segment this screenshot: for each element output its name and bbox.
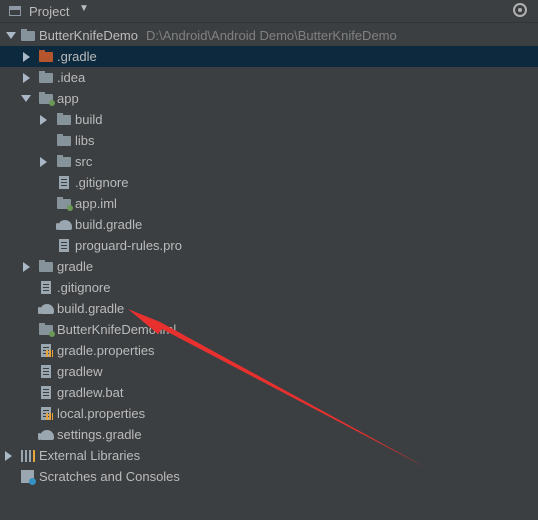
tree-item-label: build.gradle xyxy=(57,301,125,316)
tree-item-label: app.iml xyxy=(75,196,117,211)
project-folder-icon xyxy=(21,29,35,41)
module-folder-icon xyxy=(39,92,55,106)
tree-item-idea[interactable]: .idea xyxy=(0,67,538,88)
text-file-icon xyxy=(59,239,69,252)
tree-item-app-build-gradle[interactable]: build.gradle xyxy=(0,214,538,235)
tree-item-gradle[interactable]: gradle xyxy=(0,256,538,277)
tree-item-label: settings.gradle xyxy=(57,427,142,442)
tree-item-app-iml[interactable]: app.iml xyxy=(0,193,538,214)
expand-icon[interactable] xyxy=(40,115,47,125)
libraries-icon xyxy=(21,450,35,462)
tree-item-project-iml[interactable]: ButterKnifeDemo.iml xyxy=(0,319,538,340)
tree-item-scratches[interactable]: Scratches and Consoles xyxy=(0,466,538,487)
view-selector-dropdown-icon[interactable]: ▼ xyxy=(79,3,89,14)
tree-item-label: src xyxy=(75,154,93,169)
tree-item-app-gitignore[interactable]: .gitignore xyxy=(0,172,538,193)
module-file-icon xyxy=(57,197,73,211)
gradle-elephant-icon xyxy=(38,430,54,440)
tree-item-label: ButterKnifeDemo.iml xyxy=(57,322,177,337)
tree-item-gradlew-bat[interactable]: gradlew.bat xyxy=(0,382,538,403)
project-panel-header: Project ▼ xyxy=(0,0,538,23)
expand-icon[interactable] xyxy=(23,52,30,62)
text-file-icon xyxy=(41,386,51,399)
expand-icon[interactable] xyxy=(23,73,30,83)
folder-icon xyxy=(57,134,71,146)
tree-item-app-libs[interactable]: libs xyxy=(0,130,538,151)
tree-item-label: build.gradle xyxy=(75,217,143,232)
tree-item-label: gradlew xyxy=(57,364,103,379)
project-view-title[interactable]: Project xyxy=(29,4,69,19)
text-file-icon xyxy=(41,365,51,378)
tree-item-label: proguard-rules.pro xyxy=(75,238,182,253)
tree-item-label: Scratches and Consoles xyxy=(39,469,180,484)
tree-item-label: .gradle xyxy=(57,49,97,64)
text-file-icon xyxy=(59,176,69,189)
tree-item-external-libraries[interactable]: External Libraries xyxy=(0,445,538,466)
tree-item-gradlew[interactable]: gradlew xyxy=(0,361,538,382)
tree-item-label: libs xyxy=(75,133,95,148)
tree-item-label: gradle xyxy=(57,259,94,274)
properties-file-icon xyxy=(41,344,53,357)
root-label: ButterKnifeDemo xyxy=(39,28,138,43)
tree-item-proguard[interactable]: proguard-rules.pro xyxy=(0,235,538,256)
tree-item-label: app xyxy=(57,91,79,106)
collapse-icon[interactable] xyxy=(21,95,31,102)
tree-item-gradle-properties[interactable]: gradle.properties xyxy=(0,340,538,361)
tree-item-label: local.properties xyxy=(57,406,146,421)
gradle-elephant-icon xyxy=(56,220,72,230)
folder-icon xyxy=(57,113,71,125)
project-window-icon xyxy=(9,6,21,16)
collapse-icon[interactable] xyxy=(6,32,16,39)
tree-item-label: .gitignore xyxy=(57,280,111,295)
gradle-elephant-icon xyxy=(38,304,54,314)
tree-item-label: .idea xyxy=(57,70,86,85)
root-path: D:\Android\Android Demo\ButterKnifeDemo xyxy=(146,28,397,43)
module-file-icon xyxy=(39,323,55,337)
tree-item-gitignore[interactable]: .gitignore xyxy=(0,277,538,298)
folder-icon xyxy=(57,155,71,167)
folder-icon xyxy=(39,71,53,83)
text-file-icon xyxy=(41,281,51,294)
tree-item-gradle-dir[interactable]: .gradle xyxy=(0,46,538,67)
tree-item-label: gradlew.bat xyxy=(57,385,124,400)
expand-icon[interactable] xyxy=(5,451,12,461)
tree-item-label: .gitignore xyxy=(75,175,129,190)
tree-item-label: External Libraries xyxy=(39,448,141,463)
expand-icon[interactable] xyxy=(23,262,30,272)
tree-item-app-src[interactable]: src xyxy=(0,151,538,172)
folder-icon xyxy=(39,260,53,272)
tree-item-label: build xyxy=(75,112,103,127)
tree-item-settings-gradle[interactable]: settings.gradle xyxy=(0,424,538,445)
settings-gear-icon[interactable] xyxy=(513,3,527,17)
tree-item-label: gradle.properties xyxy=(57,343,155,358)
folder-icon xyxy=(39,50,53,62)
tree-item-app-build[interactable]: build xyxy=(0,109,538,130)
tree-item-root[interactable]: ButterKnifeDemo D:\Android\Android Demo\B… xyxy=(0,25,538,46)
tree-item-build-gradle[interactable]: build.gradle xyxy=(0,298,538,319)
scratches-icon xyxy=(21,470,36,485)
tree-item-local-properties[interactable]: local.properties xyxy=(0,403,538,424)
expand-icon[interactable] xyxy=(40,157,47,167)
tree-item-app[interactable]: app xyxy=(0,88,538,109)
properties-file-icon xyxy=(41,407,53,420)
